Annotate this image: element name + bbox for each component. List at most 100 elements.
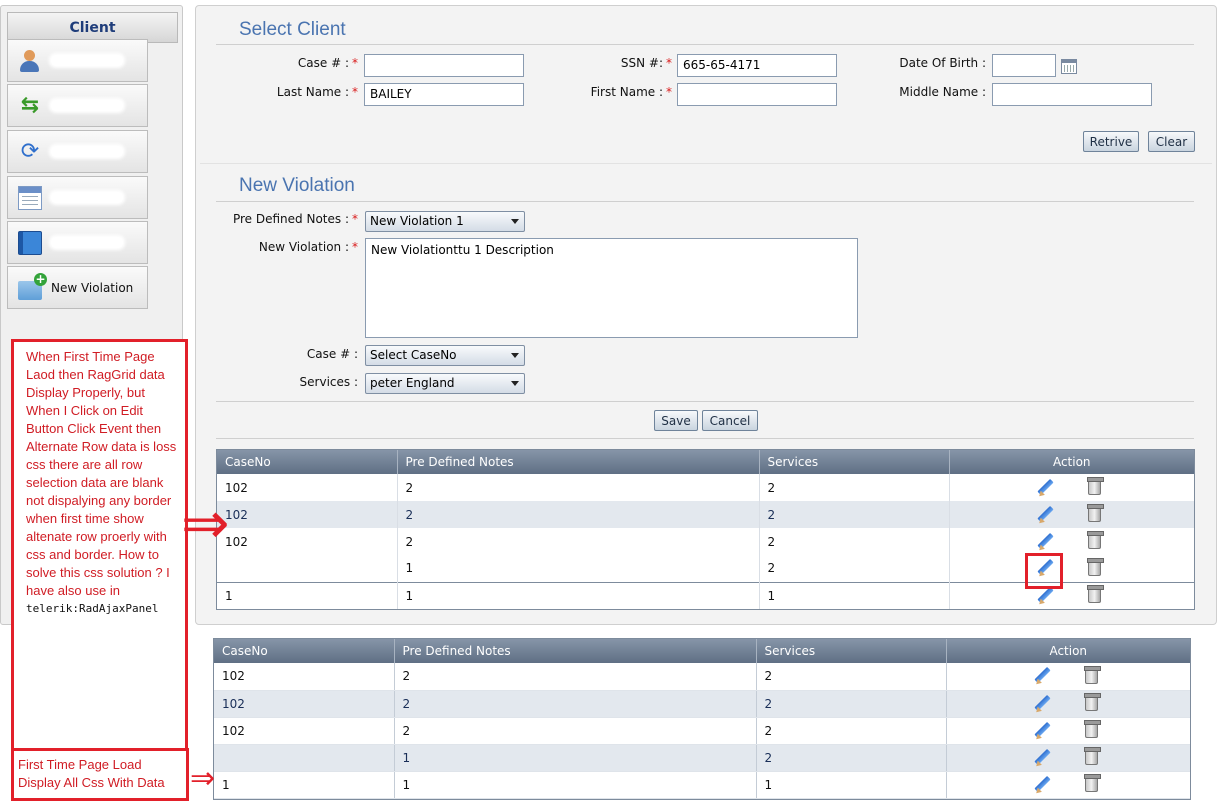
predefined-notes-label: Pre Defined Notes : *: [232, 212, 358, 226]
ssn-input[interactable]: 665-65-4171: [677, 54, 837, 77]
cell-services: 2: [756, 744, 947, 772]
trash-icon[interactable]: [1083, 774, 1101, 792]
last-name-input[interactable]: BAILEY: [364, 83, 524, 106]
edit-pencil-icon[interactable]: [1033, 749, 1051, 767]
cell-action: [946, 771, 1190, 799]
first-load-annotation: First Time Page Load Display All Css Wit…: [11, 748, 189, 801]
middle-name-input[interactable]: [992, 83, 1152, 106]
cell-caseno: 102: [217, 501, 398, 528]
folder-add-icon: [18, 273, 47, 300]
sidebar-item-client-info[interactable]: [7, 39, 148, 82]
calendar-icon[interactable]: [1061, 59, 1077, 74]
column-header-notes[interactable]: Pre Defined Notes: [394, 639, 757, 663]
cell-caseno: [214, 744, 395, 772]
table-row[interactable]: 102 2 2: [217, 528, 1194, 555]
column-header-caseno[interactable]: CaseNo: [217, 450, 398, 474]
cell-services: 2: [756, 663, 947, 691]
cell-services: 2: [756, 690, 947, 718]
select-client-title: Select Client: [239, 19, 346, 40]
new-violation-textarea[interactable]: New Violationttu 1 Description: [365, 238, 858, 338]
edit-pencil-icon[interactable]: [1033, 776, 1051, 794]
cell-notes: 2: [397, 528, 760, 555]
first-name-input[interactable]: [677, 83, 837, 106]
cell-notes: 2: [394, 690, 757, 718]
user-info-icon: [18, 49, 42, 73]
clear-button[interactable]: Clear: [1148, 131, 1195, 152]
table-row[interactable]: 102 2 2: [214, 663, 1190, 691]
retrive-button[interactable]: Retrive: [1083, 131, 1139, 152]
column-header-action: Action: [946, 639, 1190, 663]
book-icon: [18, 230, 42, 255]
trash-icon[interactable]: [1083, 720, 1101, 738]
cell-action: [949, 474, 1194, 501]
table-row[interactable]: 102 2 2: [217, 501, 1194, 528]
trash-icon[interactable]: [1083, 693, 1101, 711]
trash-icon[interactable]: [1086, 557, 1104, 576]
dob-input[interactable]: [992, 54, 1056, 77]
cell-notes: 2: [397, 474, 760, 501]
cell-action: [946, 717, 1190, 745]
table-row[interactable]: 1 1 1: [214, 771, 1190, 799]
chevron-down-icon: [511, 219, 519, 224]
cell-caseno: 1: [214, 771, 395, 799]
violation-case-label: Case # :: [306, 347, 358, 361]
first-name-label: First Name : *: [590, 85, 672, 99]
trash-icon[interactable]: [1086, 531, 1104, 549]
column-header-services[interactable]: Services: [756, 639, 947, 663]
trash-icon[interactable]: [1086, 585, 1104, 604]
cancel-button[interactable]: Cancel: [702, 410, 758, 431]
edit-highlight-box: [1025, 553, 1063, 589]
cell-action: [946, 690, 1190, 718]
sidebar-item-new-violation[interactable]: New Violation: [7, 266, 148, 309]
table-row[interactable]: 1 2: [214, 744, 1190, 772]
sidebar-item-client-transfer[interactable]: ⇆: [7, 84, 148, 127]
sidebar-item-refresh[interactable]: ⟳: [7, 130, 148, 173]
services-dropdown[interactable]: peter England: [365, 373, 525, 394]
cell-services: 1: [756, 771, 947, 799]
predefined-notes-dropdown[interactable]: New Violation 1: [365, 211, 525, 232]
edit-pencil-icon[interactable]: [1036, 479, 1054, 497]
dob-label: Date Of Birth :: [899, 56, 986, 70]
table-row[interactable]: 102 2 2: [214, 717, 1190, 745]
edit-pencil-icon[interactable]: [1036, 506, 1054, 524]
save-button[interactable]: Save: [654, 410, 698, 431]
trash-icon[interactable]: [1086, 477, 1104, 495]
column-header-notes[interactable]: Pre Defined Notes: [397, 450, 760, 474]
cell-action: [949, 501, 1194, 528]
refresh-icon: ⟳: [20, 138, 40, 164]
sidebar-item-client-activity[interactable]: [7, 176, 148, 219]
edit-pencil-icon[interactable]: [1033, 695, 1051, 713]
edit-pencil-icon[interactable]: [1033, 722, 1051, 740]
middle-name-label: Middle Name :: [899, 85, 986, 99]
section-separator: [200, 163, 1212, 164]
chevron-down-icon: [511, 353, 519, 358]
trash-icon[interactable]: [1086, 504, 1104, 522]
cell-notes: 1: [397, 581, 760, 609]
problem-annotation: When First Time Page Laod then RagGrid d…: [11, 339, 188, 770]
edit-pencil-icon[interactable]: [1033, 667, 1051, 685]
cell-caseno: 102: [214, 663, 395, 691]
edit-pencil-icon[interactable]: [1036, 587, 1054, 605]
sidebar-item-notes[interactable]: [7, 221, 148, 264]
case-input[interactable]: [364, 54, 524, 77]
table-row[interactable]: 102 2 2: [214, 690, 1190, 718]
case-label: Case # : *: [297, 56, 358, 70]
trash-icon[interactable]: [1083, 665, 1101, 684]
divider: [216, 201, 1194, 202]
case-dropdown[interactable]: Select CaseNo: [365, 345, 525, 366]
cell-action: [949, 581, 1194, 609]
cell-notes: 1: [394, 744, 757, 772]
edit-pencil-icon[interactable]: [1036, 533, 1054, 551]
cell-action: [949, 528, 1194, 555]
redacted-label: [51, 237, 123, 248]
trash-icon[interactable]: [1083, 747, 1101, 765]
redacted-label: [51, 146, 123, 157]
ssn-label: SSN #: *: [620, 56, 672, 70]
cell-caseno: [217, 555, 398, 582]
column-header-services[interactable]: Services: [759, 450, 950, 474]
divider: [216, 44, 1194, 45]
column-header-caseno[interactable]: CaseNo: [214, 639, 395, 663]
table-row[interactable]: 102 2 2: [217, 474, 1194, 501]
redacted-label: [51, 192, 123, 203]
cell-notes: 2: [394, 663, 757, 691]
